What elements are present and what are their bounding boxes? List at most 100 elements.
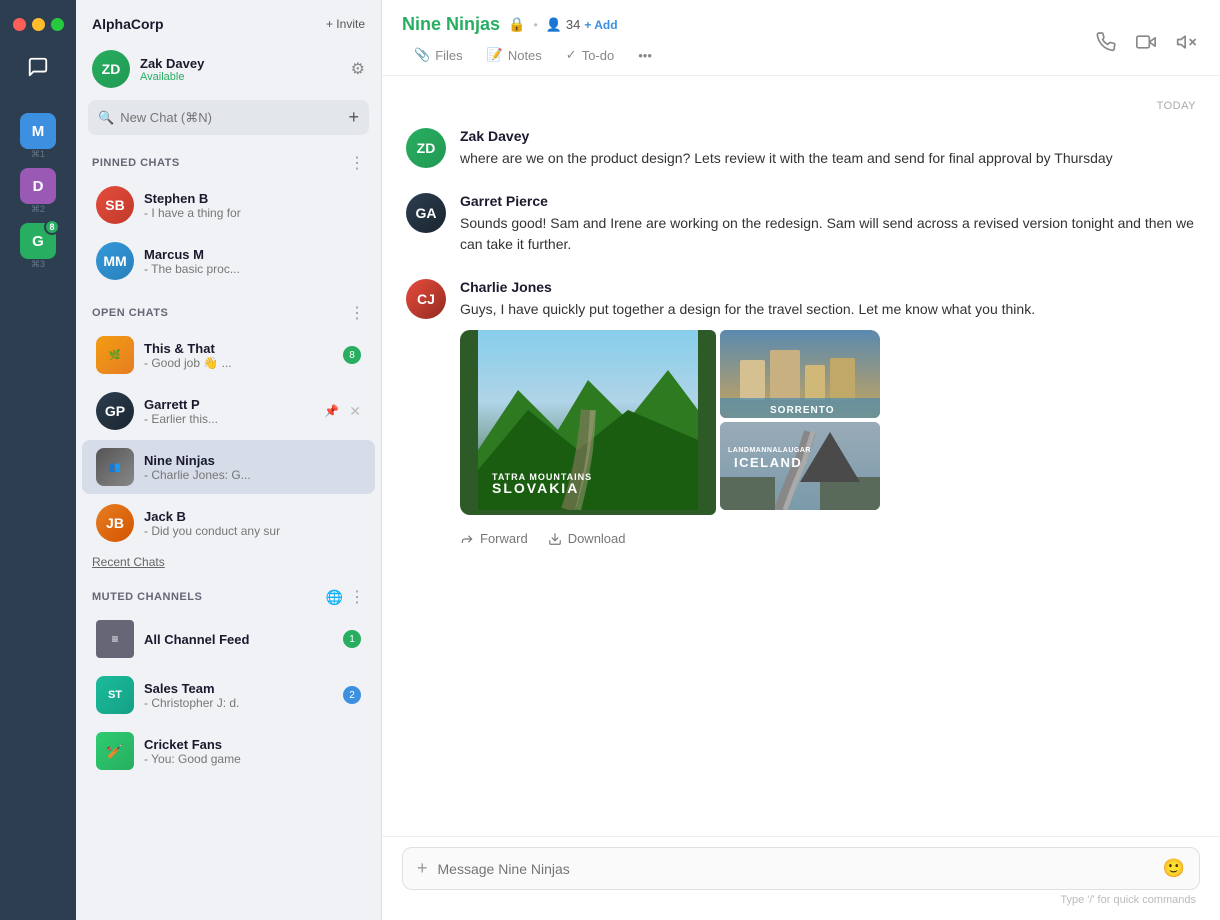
chat-item-jack[interactable]: JB Jack B - Did you conduct any sur — [82, 496, 375, 550]
user-avatar-placeholder: ZD — [92, 50, 130, 88]
chat-name-stephen: Stephen B — [144, 191, 361, 206]
new-chat-button[interactable]: + — [348, 107, 359, 128]
chat-item-stephen[interactable]: SB Stephen B - I have a thing for — [82, 178, 375, 232]
chat-item-all-channel[interactable]: ≡ All Channel Feed 1 — [82, 612, 375, 666]
muted-channels-menu[interactable]: ⋮ — [349, 587, 365, 607]
chat-tabs: 📎 Files 📝 Notes ✓ To-do ••• — [402, 39, 1092, 75]
open-chats-title: OPEN CHATS — [92, 307, 168, 319]
tab-todo-label: To-do — [582, 48, 615, 63]
download-button[interactable]: Download — [548, 531, 626, 546]
globe-icon[interactable]: 🌐 — [326, 589, 343, 606]
sidebar-avatar-g[interactable]: G 8 — [20, 223, 56, 259]
svg-text:LANDMANNALAUGAR: LANDMANNALAUGAR — [728, 447, 811, 454]
chat-avatar-nine-ninjas: 👥 — [96, 448, 134, 486]
search-input[interactable] — [120, 110, 338, 125]
sidebar-label-1: ⌘1 — [31, 149, 45, 160]
msg-avatar-zak: ZD — [406, 128, 446, 168]
forward-label: Forward — [480, 531, 528, 546]
chat-item-garrett[interactable]: GP Garrett P - Earlier this... 📌 ✕ — [82, 384, 375, 438]
chat-preview-jack: - Did you conduct any sur — [144, 524, 361, 538]
main-chat: Nine Ninjas 🔒 • 👤 34 + Add 📎 Files 📝 Not… — [382, 0, 1220, 920]
chat-info-stephen: Stephen B - I have a thing for — [144, 191, 361, 220]
volume-icon[interactable] — [1172, 28, 1200, 61]
chat-header: Nine Ninjas 🔒 • 👤 34 + Add 📎 Files 📝 Not… — [382, 0, 1220, 76]
tab-files[interactable]: 📎 Files — [402, 39, 475, 75]
chat-item-nine-ninjas[interactable]: 👥 Nine Ninjas - Charlie Jones: G... — [82, 440, 375, 494]
chat-preview-stephen: - I have a thing for — [144, 206, 361, 220]
chat-info-all-channel: All Channel Feed — [144, 632, 333, 647]
chat-preview-cricket: - You: Good game — [144, 752, 361, 766]
more-icon: ••• — [638, 48, 652, 63]
pin-icon-garrett: 📌 — [324, 404, 339, 418]
invite-button[interactable]: + Invite — [326, 17, 365, 31]
chat-badge-sales: 2 — [343, 686, 361, 704]
user-status: Available — [140, 71, 341, 83]
pinned-chats-menu[interactable]: ⋮ — [349, 153, 365, 173]
avatar: ZD — [92, 50, 130, 88]
collage-right-images: SORRENTO — [720, 330, 880, 515]
emoji-button[interactable]: 🙂 — [1163, 858, 1185, 879]
video-call-icon[interactable] — [1132, 28, 1160, 61]
attach-button[interactable]: + — [417, 858, 428, 879]
tab-todo[interactable]: ✓ To-do — [554, 39, 626, 75]
msg-avatar-charlie: CJ — [406, 279, 446, 319]
chat-name-jack: Jack B — [144, 509, 361, 524]
tab-notes[interactable]: 📝 Notes — [475, 39, 554, 75]
sidebar-avatar-m[interactable]: M — [20, 113, 56, 149]
muted-channels-title: MUTED CHANNELS — [92, 591, 202, 603]
chat-badge-all-channel: 1 — [343, 630, 361, 648]
svg-text:SORRENTO: SORRENTO — [770, 405, 835, 416]
chat-name-all-channel: All Channel Feed — [144, 632, 333, 647]
chat-name-cricket: Cricket Fans — [144, 737, 361, 752]
input-area: + 🙂 Type '/' for quick commands — [382, 836, 1220, 920]
recent-chats-link[interactable]: Recent Chats — [76, 551, 381, 577]
download-label: Download — [568, 531, 626, 546]
svg-text:ICELAND: ICELAND — [734, 455, 802, 470]
messages-area: TODAY ZD Zak Davey where are we on the p… — [382, 76, 1220, 836]
muted-channels-header: MUTED CHANNELS 🌐 ⋮ — [76, 581, 381, 611]
message-group-zak: ZD Zak Davey where are we on the product… — [406, 128, 1196, 169]
muted-section-icons: 🌐 ⋮ — [326, 587, 365, 607]
chat-avatar-stephen: SB — [96, 186, 134, 224]
message-input[interactable] — [438, 861, 1153, 877]
traffic-light-red[interactable] — [13, 18, 26, 31]
close-icon-garrett[interactable]: ✕ — [349, 403, 361, 420]
members-info: 👤 34 + Add — [546, 17, 618, 33]
msg-content-charlie: Charlie Jones Guys, I have quickly put t… — [460, 279, 1196, 546]
message-group-charlie: CJ Charlie Jones Guys, I have quickly pu… — [406, 279, 1196, 546]
chat-title-row: Nine Ninjas 🔒 • 👤 34 + Add — [402, 14, 1092, 35]
sidebar-chat-icon[interactable] — [16, 45, 60, 89]
chat-avatar-marcus: MM — [96, 242, 134, 280]
chat-name-garrett: Garrett P — [144, 397, 314, 412]
msg-content-garret: Garret Pierce Sounds good! Sam and Irene… — [460, 193, 1196, 255]
input-box: + 🙂 — [402, 847, 1200, 890]
tab-notes-label: Notes — [508, 48, 542, 63]
msg-text-zak: where are we on the product design? Lets… — [460, 148, 1196, 169]
settings-icon[interactable]: ⚙ — [351, 59, 365, 79]
collage-main-image: TATRA MOUNTAINS SLOVAKIA — [460, 330, 716, 515]
chat-name-sales: Sales Team — [144, 681, 333, 696]
chat-list-panel: AlphaCorp + Invite ZD Zak Davey Availabl… — [76, 0, 382, 920]
forward-button[interactable]: Forward — [460, 531, 528, 546]
add-member-button[interactable]: + Add — [584, 18, 617, 32]
search-bar: 🔍 + — [88, 100, 369, 135]
voice-call-icon[interactable] — [1092, 28, 1120, 61]
chat-preview-nine-ninjas: - Charlie Jones: G... — [144, 468, 361, 482]
member-count: 34 — [566, 17, 580, 32]
traffic-light-yellow[interactable] — [32, 18, 45, 31]
chat-item-this-that[interactable]: 🌿 This & That - Good job 👋 ... 8 — [82, 328, 375, 382]
msg-content-zak: Zak Davey where are we on the product de… — [460, 128, 1196, 169]
msg-text-charlie: Guys, I have quickly put together a desi… — [460, 299, 1196, 320]
sidebar-label-3: ⌘3 — [31, 259, 45, 270]
tab-more[interactable]: ••• — [626, 39, 664, 75]
sidebar-avatar-d[interactable]: D — [20, 168, 56, 204]
chat-item-marcus[interactable]: MM Marcus M - The basic proc... — [82, 234, 375, 288]
collage-sorrento-image: SORRENTO — [720, 330, 880, 418]
chat-item-sales[interactable]: ST Sales Team - Christopher J: d. 2 — [82, 668, 375, 722]
chat-item-cricket[interactable]: 🏏 Cricket Fans - You: Good game — [82, 724, 375, 778]
image-collage: TATRA MOUNTAINS SLOVAKIA — [460, 330, 880, 515]
open-chats-menu[interactable]: ⋮ — [349, 303, 365, 323]
traffic-light-green[interactable] — [51, 18, 64, 31]
chat-badge-this-that: 8 — [343, 346, 361, 364]
chat-info-marcus: Marcus M - The basic proc... — [144, 247, 361, 276]
